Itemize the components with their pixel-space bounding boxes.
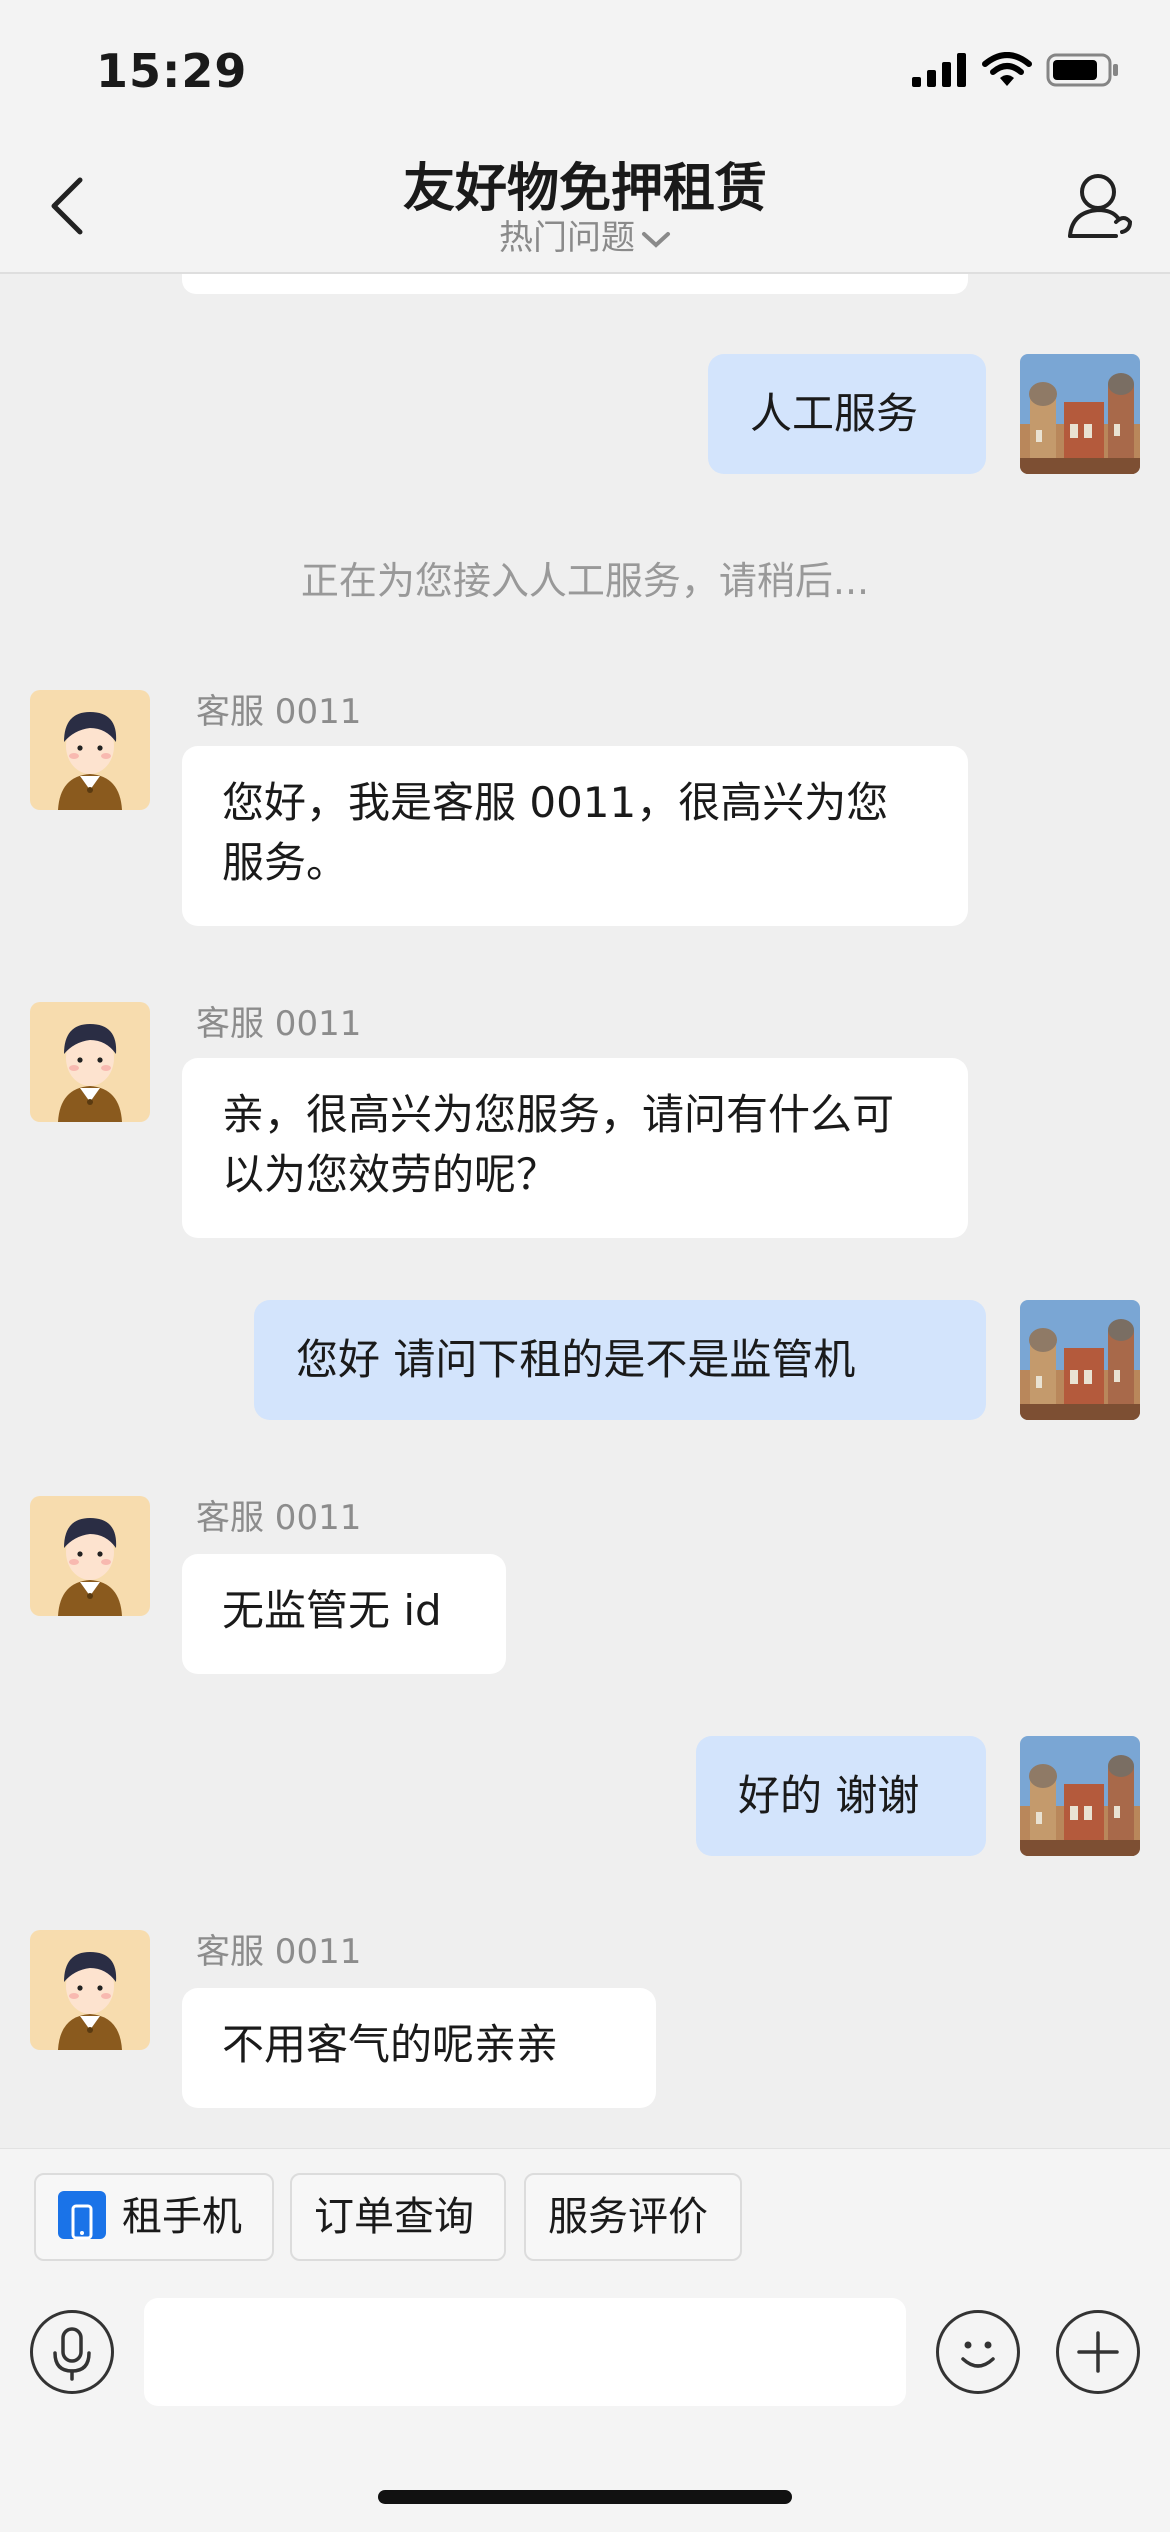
status-time: 15:29 [96, 44, 248, 98]
chip-label: 服务评价 [548, 2194, 708, 2240]
more-button[interactable] [1056, 2310, 1140, 2394]
order-query-chip[interactable]: 订单查询 [290, 2173, 506, 2261]
chevron-down-icon [642, 231, 670, 248]
chip-label: 租手机 [122, 2194, 242, 2240]
hot-questions-label: 热门问题 [499, 218, 635, 258]
quick-actions-bar: 租手机 订单查询 服务评价 [0, 2148, 1170, 2269]
sender-name: 客服 0011 [196, 1004, 362, 1044]
hot-questions-dropdown[interactable]: 热门问题 [0, 210, 1170, 259]
wifi-icon [982, 52, 1032, 86]
voice-button[interactable] [30, 2310, 114, 2394]
outgoing-message-bubble[interactable]: 人工服务 [708, 354, 986, 474]
building-photo-icon [1020, 1300, 1140, 1420]
building-photo-icon [1020, 354, 1140, 474]
user-avatar[interactable] [1020, 1736, 1140, 1856]
user-avatar[interactable] [1020, 354, 1140, 474]
incoming-message-bubble[interactable]: 亲，很高兴为您服务，请问有什么可以为您效劳的呢？ [182, 1058, 968, 1238]
chat-area[interactable]: 人工服务 正在为您接入人工服务，请稍后... 客服 0011 您好，我是客服 0… [0, 274, 1170, 2148]
status-bar: 15:29 [0, 0, 1170, 140]
signal-icon [912, 53, 966, 87]
incoming-message-bubble[interactable]: 不用客气的呢亲亲 [182, 1988, 656, 2108]
sender-name: 客服 0011 [196, 1932, 362, 1972]
smiley-icon [961, 2341, 995, 2368]
sender-name: 客服 0011 [196, 692, 362, 732]
outgoing-message-bubble[interactable]: 好的 谢谢 [696, 1736, 986, 1856]
nav-bar: 友好物免押租赁 热门问题 [0, 140, 1170, 274]
plus-icon [1077, 2331, 1119, 2373]
agent-avatar-icon [58, 1952, 122, 2050]
agent-avatar[interactable] [30, 1002, 150, 1122]
agent-avatar[interactable] [30, 1496, 150, 1616]
agent-avatar-icon [58, 1024, 122, 1122]
incoming-message-bubble[interactable]: 无监管无 id [182, 1554, 506, 1674]
user-profile-icon[interactable] [1066, 170, 1136, 240]
phone-icon [58, 2191, 106, 2240]
battery-icon [1046, 53, 1118, 87]
rent-phone-chip[interactable]: 租手机 [34, 2173, 274, 2261]
previous-message-bubble [182, 274, 968, 294]
emoji-button[interactable] [936, 2310, 1020, 2394]
agent-avatar-icon [58, 1518, 122, 1616]
agent-avatar[interactable] [30, 690, 150, 810]
agent-avatar-icon [58, 712, 122, 810]
chip-label: 订单查询 [314, 2194, 474, 2240]
sender-name: 客服 0011 [196, 1498, 362, 1538]
building-photo-icon [1020, 1736, 1140, 1856]
incoming-message-bubble[interactable]: 您好，我是客服 0011，很高兴为您服务。 [182, 746, 968, 926]
service-rating-chip[interactable]: 服务评价 [524, 2173, 742, 2261]
system-message: 正在为您接入人工服务，请稍后... [300, 559, 870, 603]
outgoing-message-bubble[interactable]: 您好 请问下租的是不是监管机 [254, 1300, 986, 1420]
agent-avatar[interactable] [30, 1930, 150, 2050]
message-input[interactable] [144, 2298, 906, 2406]
microphone-icon [53, 2327, 91, 2381]
home-indicator[interactable] [378, 2490, 792, 2504]
user-avatar[interactable] [1020, 1300, 1140, 1420]
status-icons [912, 52, 1120, 88]
input-bar [0, 2268, 1170, 2532]
